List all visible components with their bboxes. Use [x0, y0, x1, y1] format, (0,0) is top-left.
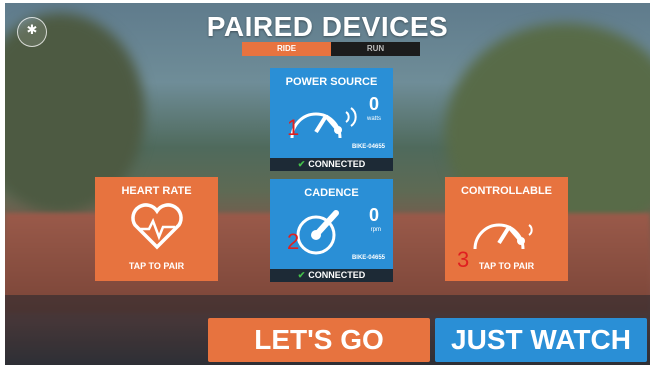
status-text: CONNECTED — [308, 270, 366, 280]
tab-run[interactable]: RUN — [331, 42, 420, 56]
tile-label: HEART RATE — [121, 185, 192, 197]
device-id: BIKE-04655 — [351, 255, 385, 261]
heart-rate-tile[interactable]: HEART RATE TAP TO PAIR — [95, 177, 218, 281]
status-text: CONNECTED — [308, 159, 366, 169]
tile-label: CONTROLLABLE — [460, 185, 553, 197]
connected-status: ✔ CONNECTED — [270, 269, 393, 282]
annotation-marker-2: 2 — [287, 229, 300, 254]
checkmark-icon: ✔ — [297, 270, 306, 280]
sport-toggle[interactable]: RIDE RUN — [242, 42, 420, 56]
lets-go-button[interactable]: LET'S GO — [208, 318, 430, 362]
smart-trainer-icon — [473, 223, 533, 250]
device-id: BIKE-04655 — [351, 144, 385, 150]
just-watch-button[interactable]: JUST WATCH — [435, 318, 647, 362]
cadence-value: 0 — [368, 205, 379, 225]
page-title: PAIRED DEVICES — [206, 11, 449, 42]
connected-status: ✔ CONNECTED — [270, 158, 393, 171]
annotation-marker-1: 1 — [287, 115, 300, 140]
paired-devices-screen: ✱ PAIRED DEVICES RIDE RUN POWER SOURCE 0… — [5, 3, 650, 365]
tile-label: POWER SOURCE — [285, 76, 378, 88]
annotation-marker-3: 3 — [457, 247, 470, 272]
power-unit: watts — [366, 116, 381, 122]
tab-ride[interactable]: RIDE — [242, 42, 331, 56]
cadence-unit: rpm — [370, 227, 381, 233]
tap-to-pair: TAP TO PAIR — [128, 261, 185, 271]
power-value: 0 — [368, 94, 379, 114]
tile-label: CADENCE — [304, 187, 359, 199]
checkmark-icon: ✔ — [297, 159, 306, 169]
cadence-icon — [296, 210, 339, 255]
heart-icon — [131, 203, 183, 250]
